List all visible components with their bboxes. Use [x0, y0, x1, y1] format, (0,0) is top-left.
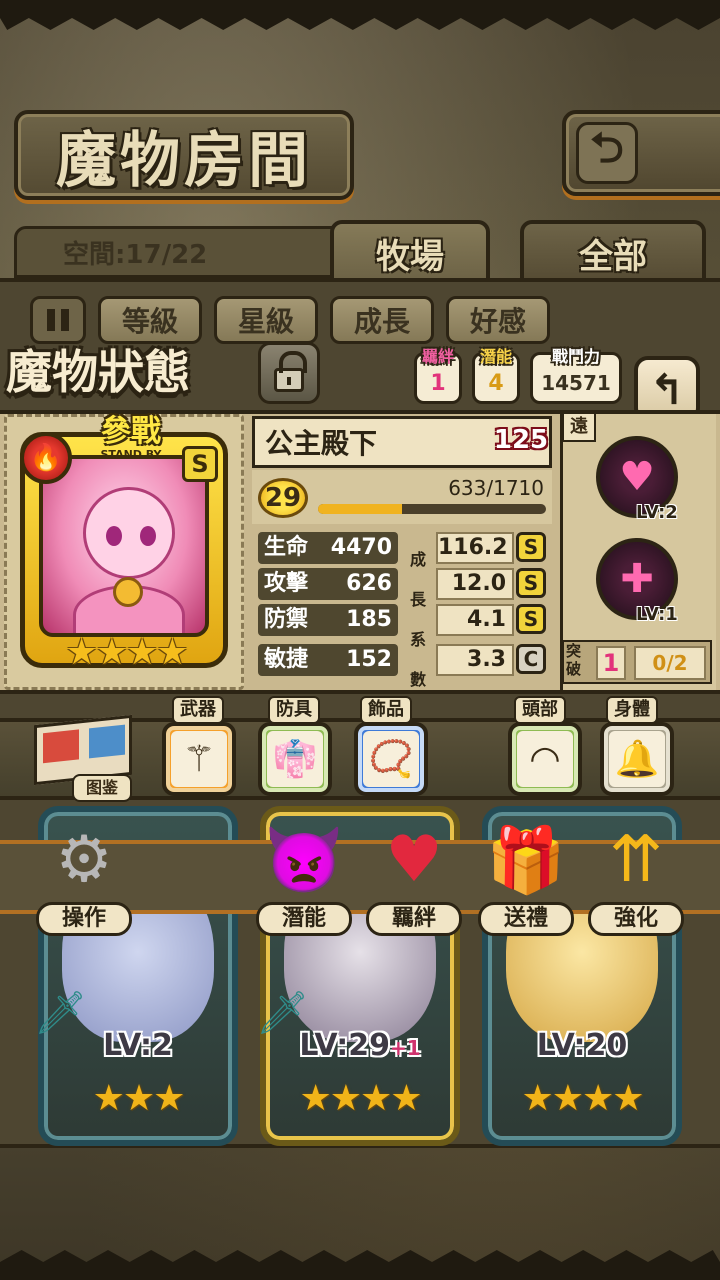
card-stars: ★★★★	[299, 1078, 422, 1119]
limit-break-value: 1	[596, 646, 626, 680]
demon-icon: 👿	[264, 823, 344, 898]
operate-button[interactable]: ⚙ 操作	[36, 820, 132, 936]
stat-row-defense: 防禦 185 4.1 S	[258, 604, 552, 636]
lock-button[interactable]	[258, 342, 320, 404]
lock-icon	[274, 351, 307, 392]
exp-bar	[318, 504, 546, 514]
potential-stat: 潛能 4	[472, 347, 520, 404]
equip-slot-armor[interactable]: 👘	[258, 722, 332, 796]
uniform-icon: 👘	[272, 739, 318, 780]
range-badge: 遠	[562, 412, 596, 442]
monster-stars: ★★★★	[65, 632, 188, 673]
equip-label-head: 頭部	[514, 696, 566, 724]
page-title: 魔物房間	[56, 125, 312, 196]
sort-growth-button[interactable]: 成長	[330, 296, 434, 344]
space-label: 空間:17/22	[63, 239, 208, 270]
stat-row-hp: 生命 4470 116.2 S	[258, 532, 552, 564]
skill-level: LV:2	[636, 502, 678, 523]
gift-button[interactable]: 🎁 送禮	[478, 820, 574, 936]
potential-button[interactable]: 👿 潛能	[256, 820, 352, 936]
exp-text: 633/1710	[448, 476, 544, 500]
tab-all[interactable]: 全部	[520, 220, 706, 286]
equip-label-weapon: 武器	[172, 696, 224, 724]
card-stars: ★★★★	[521, 1078, 644, 1119]
equip-slot-body[interactable]: 🔔	[600, 722, 674, 796]
sort-star-button[interactable]: 星級	[214, 296, 318, 344]
equip-slot-weapon[interactable]: ⚚	[162, 722, 236, 796]
monster-portrait	[39, 455, 209, 637]
card-level: LV:20	[536, 1028, 628, 1063]
equip-slot-accessory[interactable]: 📿	[354, 722, 428, 796]
fire-element-icon: 🔥	[20, 432, 72, 484]
card-stars: ★★★	[92, 1078, 186, 1119]
card-level: LV:2	[103, 1028, 173, 1063]
limit-break-label: 突破	[566, 642, 582, 678]
equip-label-armor: 防具	[268, 696, 320, 724]
space-counter: 空間:17/22	[14, 226, 334, 278]
tab-ranch[interactable]: 牧場	[330, 220, 490, 286]
hearts-icon: ♥	[385, 823, 443, 897]
bond-stat: 羈絆 1	[414, 347, 462, 404]
grade-badge: C	[516, 644, 546, 674]
rank-badge: S	[182, 446, 218, 482]
grade-badge: S	[516, 532, 546, 562]
title-plate: 魔物房間	[14, 110, 354, 200]
power-stat: 戰鬥力 14571	[530, 347, 622, 404]
equip-label-body: 身體	[606, 696, 658, 724]
grade-badge: S	[516, 604, 546, 634]
back-button[interactable]: ⮌	[562, 110, 720, 196]
growth-label: 成 長 系 數	[409, 550, 426, 689]
bond-button[interactable]: ♥ 羈絆	[366, 820, 462, 936]
gift-icon: 🎁	[486, 823, 566, 898]
equip-label-accessory: 飾品	[360, 696, 412, 724]
return-arrow-icon: ↰	[649, 364, 685, 414]
card-level: LV:29+1	[299, 1028, 421, 1063]
back-arrow-icon: ⮌	[576, 122, 638, 184]
grade-badge: S	[516, 568, 546, 598]
limit-break-progress: 0/2	[634, 646, 706, 680]
exp-fill	[318, 504, 403, 514]
collar-icon: 🔔	[614, 739, 660, 780]
skill-level: LV:1	[636, 604, 678, 625]
affection-heart: 125	[490, 398, 553, 480]
heart-dash-icon: ♥	[619, 454, 655, 500]
necklace-icon: 📿	[368, 739, 414, 780]
level-badge: 29	[258, 478, 308, 518]
stat-row-agility: 敏捷 152 3.3 C	[258, 644, 552, 676]
arrows-up-icon: ⇈	[609, 823, 663, 897]
headband-icon: ◠	[529, 738, 561, 780]
encyclopedia-button[interactable]: 图鉴	[28, 714, 138, 804]
sparkle-cross-icon: ✚	[620, 556, 654, 602]
stat-row-attack: 攻擊 626 12.0 S	[258, 568, 552, 600]
staff-icon: ⚚	[182, 738, 216, 780]
gear-icon: ⚙	[55, 823, 113, 897]
equip-slot-head[interactable]: ◠	[508, 722, 582, 796]
enhance-button[interactable]: ⇈ 強化	[588, 820, 684, 936]
status-title: 魔物狀態	[6, 345, 190, 399]
standby-banner: 參戰 STAND BY	[100, 414, 162, 462]
sort-affection-button[interactable]: 好感	[446, 296, 550, 344]
